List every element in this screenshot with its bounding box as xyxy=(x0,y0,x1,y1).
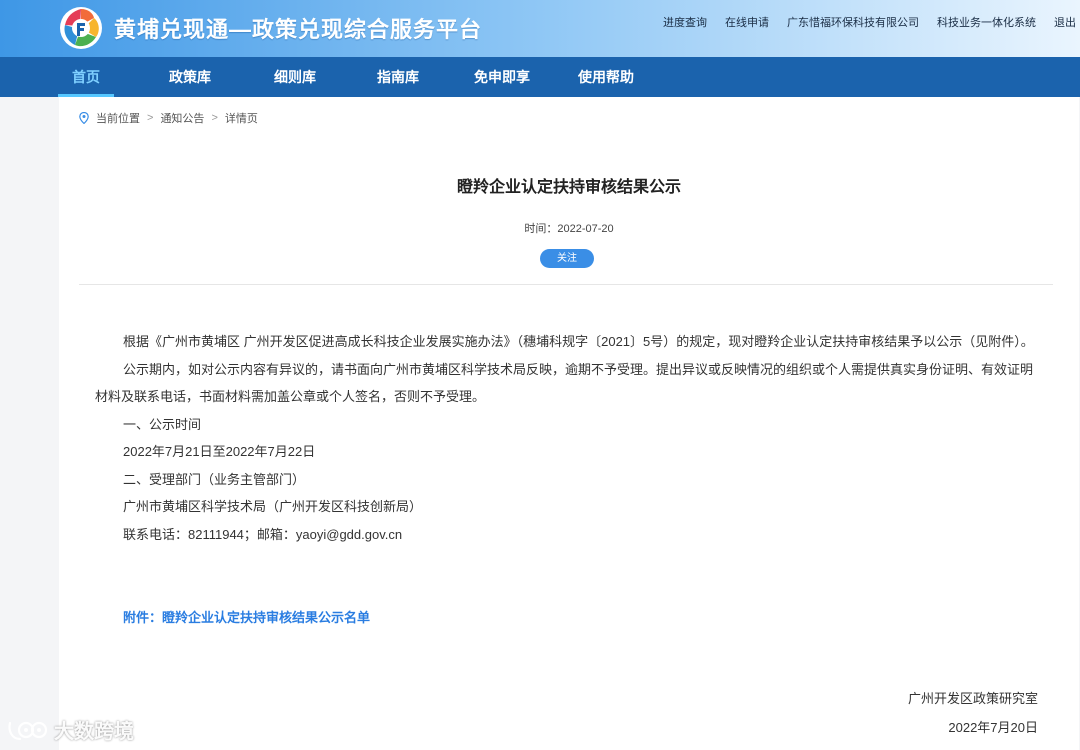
brand-logo-icon xyxy=(8,721,48,740)
attachment-link[interactable]: 附件：瞪羚企业认定扶持审核结果公示名单 xyxy=(123,607,370,626)
watermark: 大数跨境 xyxy=(6,715,134,744)
nav-guide-library[interactable]: 指南库 xyxy=(368,57,428,97)
divider xyxy=(79,284,1053,285)
article-body: 根据《广州市黄埔区 广州开发区促进高成长科技企业发展实施办法》（穗埔科规字〔20… xyxy=(95,328,1045,548)
follow-button[interactable]: 关注 xyxy=(540,249,594,268)
breadcrumb-separator: > xyxy=(147,112,154,124)
breadcrumb: 当前位置 > 通知公告 > 详情页 xyxy=(79,110,258,126)
breadcrumb-separator: > xyxy=(211,112,218,124)
logout-link[interactable]: 退出 xyxy=(1054,14,1076,30)
location-pin-icon xyxy=(79,112,89,124)
nav-home[interactable]: 首页 xyxy=(58,57,114,97)
article-title: 瞪羚企业认定扶持审核结果公示 xyxy=(456,179,681,196)
paragraph: 2022年7月21日至2022年7月22日 xyxy=(123,444,316,459)
nav-exempt-apply[interactable]: 免申即享 xyxy=(466,57,538,97)
watermark-text: 大数跨境 xyxy=(54,721,134,743)
nav-help[interactable]: 使用帮助 xyxy=(570,57,642,97)
section-heading: 一、公示时间 xyxy=(123,416,202,432)
breadcrumb-current-position: 当前位置 xyxy=(96,113,140,125)
nav-rules-library[interactable]: 细则库 xyxy=(265,57,325,97)
contact-info: 联系电话：82111944；邮箱：yaoyi@gdd.gov.cn xyxy=(123,526,403,542)
section-heading: 二、受理部门（业务主管部门） xyxy=(123,471,306,487)
nav-policy-library[interactable]: 政策库 xyxy=(160,57,220,97)
paragraph: 根据《广州市黄埔区 广州开发区促进高成长科技企业发展实施办法》（穗埔科规字〔20… xyxy=(123,334,1034,349)
signature-date: 2022年7月20日 xyxy=(948,720,1038,735)
platform-logo-icon[interactable] xyxy=(58,5,104,51)
online-apply-link[interactable]: 在线申请 xyxy=(725,14,769,30)
paragraph: 公示期内，如对公示内容有异议的，请书面向广州市黄埔区科学技术局反映，逾期不予受理… xyxy=(95,361,1034,405)
publish-time-value: 2022-07-20 xyxy=(557,223,614,235)
breadcrumb-notices[interactable]: 通知公告 xyxy=(160,110,204,126)
publish-time-label: 时间： xyxy=(524,223,558,235)
publish-time: 时间：2022-07-20 xyxy=(59,220,1079,236)
breadcrumb-detail: 详情页 xyxy=(224,113,258,125)
top-header: 黄埔兑现通—政策兑现综合服务平台 进度查询 在线申请 广东惜福环保科技有限公司 … xyxy=(0,0,1080,57)
progress-query-link[interactable]: 进度查询 xyxy=(663,14,707,30)
company-name-link[interactable]: 广东惜福环保科技有限公司 xyxy=(787,14,919,30)
tech-system-link[interactable]: 科技业务一体化系统 xyxy=(937,14,1036,30)
article-card: 当前位置 > 通知公告 > 详情页 瞪羚企业认定扶持审核结果公示 时间：2022… xyxy=(59,97,1079,750)
signature-organization: 广州开发区政策研究室 xyxy=(907,691,1038,706)
site-title: 黄埔兑现通—政策兑现综合服务平台 xyxy=(114,17,483,42)
paragraph: 广州市黄埔区科学技术局（广州开发区科技创新局） xyxy=(123,499,423,514)
main-nav: 首页 政策库 细则库 指南库 免申即享 使用帮助 xyxy=(0,57,1080,97)
top-links: 进度查询 在线申请 广东惜福环保科技有限公司 科技业务一体化系统 退出 xyxy=(645,14,1076,30)
